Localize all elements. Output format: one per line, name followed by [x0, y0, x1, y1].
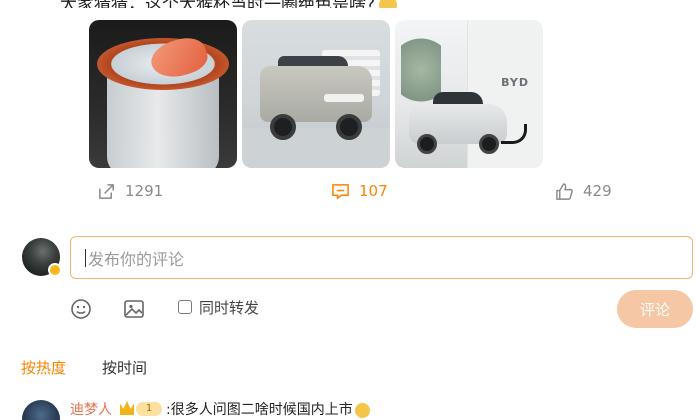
- repost-label: 同时转发: [199, 299, 260, 317]
- tab-sort-by-time[interactable]: 按时间: [102, 357, 147, 378]
- comment-username[interactable]: 迪梦人: [70, 399, 112, 419]
- comment-icon: [332, 183, 349, 200]
- like-button[interactable]: 429: [555, 180, 612, 202]
- post-text-content: 大家猜猜，这个大猴杯当时一圈绝色是啥?: [60, 0, 375, 8]
- suv-car: [260, 56, 372, 142]
- post-image-drink[interactable]: [89, 20, 237, 168]
- submit-comment-button[interactable]: 评论: [617, 290, 693, 328]
- emoji-icon: [379, 0, 398, 8]
- comment-input[interactable]: 发布你的评论: [70, 236, 693, 279]
- comment-button[interactable]: 107: [331, 180, 388, 202]
- repost-checkbox[interactable]: [178, 300, 192, 314]
- sedan-car: [409, 90, 507, 154]
- comment-text: :很多人问图二啥时候国内上市: [166, 399, 370, 419]
- thumbs-up-icon: [556, 182, 573, 200]
- share-count: 1291: [125, 182, 164, 200]
- share-icon: [99, 183, 114, 199]
- comment-input-placeholder: 发布你的评论: [88, 249, 185, 269]
- comment-avatar[interactable]: [22, 400, 60, 420]
- crown-icon: [120, 401, 134, 415]
- post-image-sedan[interactable]: BYD: [395, 20, 543, 168]
- emoji-icon: [354, 402, 370, 418]
- post-text: 大家猜猜，这个大猴杯当时一圈绝色是啥?: [60, 0, 620, 8]
- comment-text-content: :很多人问图二啥时候国内上市: [166, 402, 353, 418]
- tab-sort-by-hot[interactable]: 按热度: [21, 357, 66, 378]
- like-count: 429: [583, 182, 612, 200]
- comment-count: 107: [359, 182, 388, 200]
- byd-sign: BYD: [501, 76, 529, 89]
- post-image-suv[interactable]: [242, 20, 390, 168]
- user-avatar[interactable]: [22, 238, 62, 277]
- image-icon[interactable]: [122, 297, 146, 321]
- emoji-icon[interactable]: [69, 297, 93, 321]
- level-badge: 1: [136, 402, 162, 416]
- verified-badge-icon: [48, 263, 62, 277]
- share-button[interactable]: 1291: [97, 180, 163, 202]
- text-caret: [85, 248, 86, 267]
